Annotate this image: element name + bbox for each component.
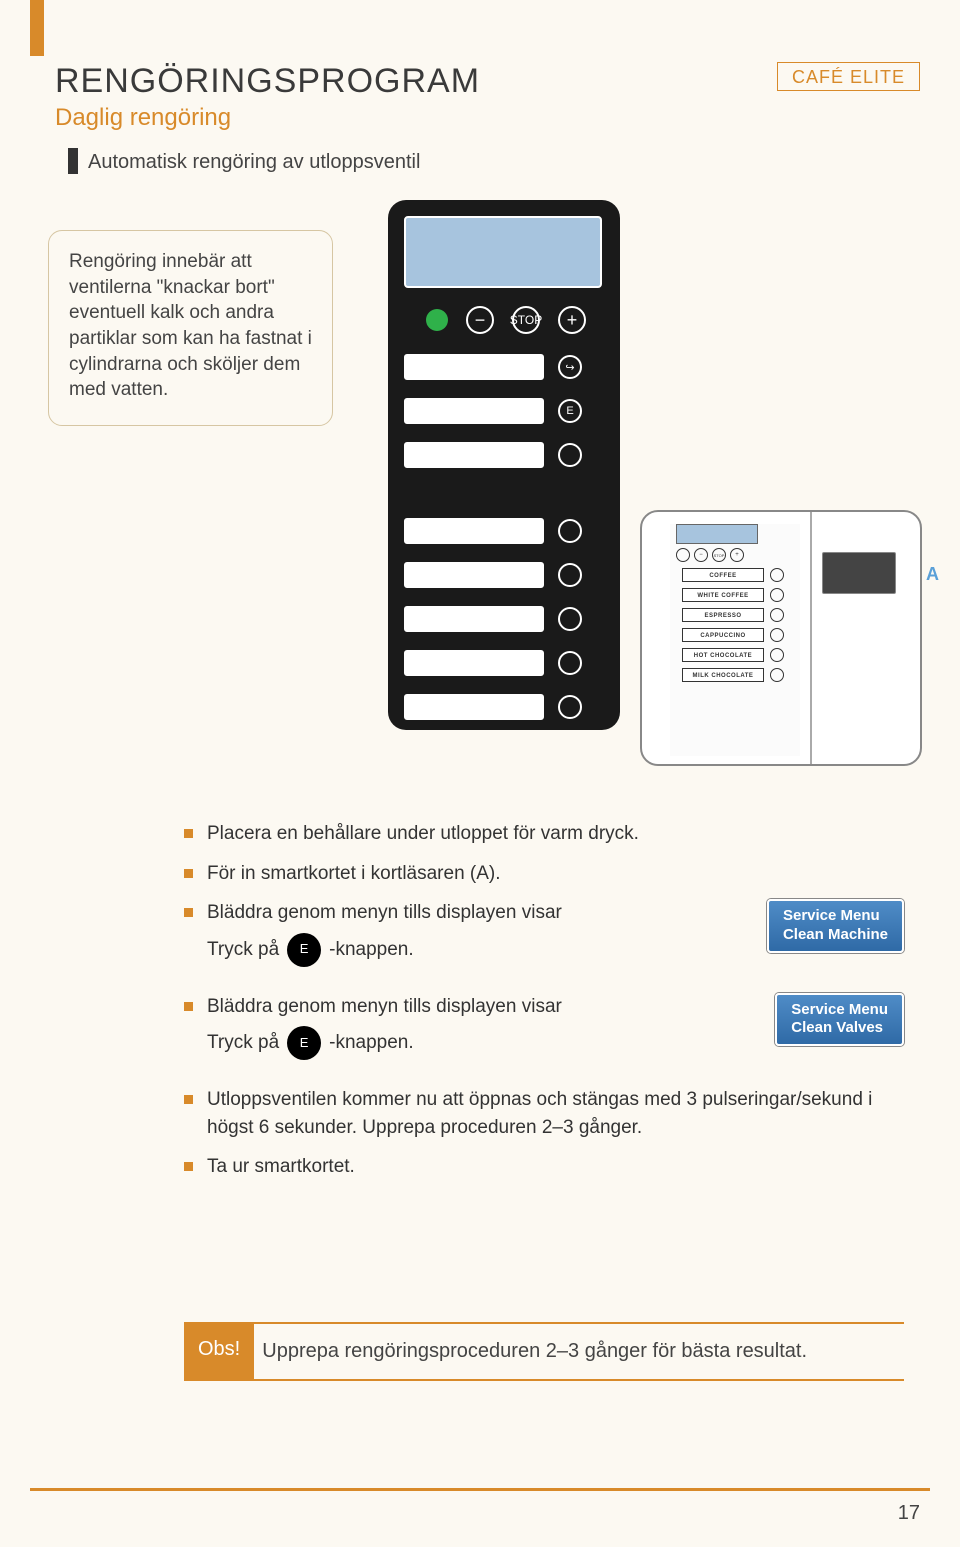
panel-row-button [558, 563, 582, 587]
mini-screen [676, 524, 758, 544]
panel-row-button [558, 651, 582, 675]
mini-stop-icon: STOP [712, 548, 726, 562]
footer-rule [30, 1488, 930, 1491]
power-led-icon [426, 309, 448, 331]
obs-box: Obs! Upprepa rengöringsproceduren 2–3 gå… [184, 1322, 904, 1381]
instruction-item: För in smartkortet i kortläsaren (A). [184, 860, 904, 888]
panel-row-label [404, 518, 544, 544]
drink-button-icon [770, 568, 784, 582]
panel-row-button [558, 607, 582, 631]
press-prefix: Tryck på [207, 936, 279, 964]
chip-line: Clean Machine [783, 926, 888, 945]
minus-button-icon: − [466, 306, 494, 334]
bullet-icon [184, 1162, 193, 1171]
page-subtitle: Daglig rengöring [55, 104, 231, 132]
drink-button-icon [770, 588, 784, 602]
chip-line: Clean Valves [791, 1019, 888, 1038]
drink-label: HOT CHOCOLATE [682, 648, 764, 662]
panel-row-label [404, 562, 544, 588]
e-button-icon: E [558, 399, 582, 423]
drink-label: WHITE COFFEE [682, 588, 764, 602]
display-chip-clean-machine: Service Menu Clean Machine [767, 899, 904, 953]
panel-screen [404, 216, 602, 288]
drink-button-icon [770, 648, 784, 662]
drink-button-icon [770, 628, 784, 642]
panel-row-label [404, 694, 544, 720]
instruction-text: Bläddra genom menyn tills displayen visa… [207, 996, 562, 1017]
bullet-icon [184, 869, 193, 878]
e-button-icon: E [287, 1026, 321, 1060]
section-heading: Automatisk rengöring av utloppsventil [68, 148, 420, 174]
plus-button-icon: + [558, 306, 586, 334]
bullet-icon [184, 1002, 193, 1011]
panel-row-label [404, 354, 544, 380]
mini-minus-icon: − [694, 548, 708, 562]
control-panel-diagram: − STOP + ↪ E [388, 200, 620, 730]
drink-label: ESPRESSO [682, 608, 764, 622]
machine-divider [810, 512, 812, 764]
machine-diagram: − STOP + COFFEE WHITE COFFEE ESPRESSO CA… [640, 510, 922, 766]
bullet-icon [184, 829, 193, 838]
panel-row-button [558, 443, 582, 467]
accent-tab [30, 0, 44, 56]
instruction-item: Placera en behållare under utloppet för … [184, 820, 904, 848]
note-box: Rengöring innebär att ventilerna "knacka… [48, 230, 333, 426]
bullet-icon [184, 1095, 193, 1104]
instruction-item: Bläddra genom menyn tills displayen visa… [184, 993, 904, 1061]
panel-row-label [404, 650, 544, 676]
card-reader-slot [822, 552, 896, 594]
page-title: RENGÖRINGSPROGRAM [55, 62, 480, 101]
drink-label: COFFEE [682, 568, 764, 582]
drink-button-icon [770, 668, 784, 682]
panel-row-label [404, 606, 544, 632]
obs-label: Obs! [184, 1322, 254, 1381]
mini-power-icon [676, 548, 690, 562]
brand-badge: CAFÉ ELITE [777, 62, 920, 91]
obs-text: Upprepa rengöringsproceduren 2–3 gånger … [262, 1324, 896, 1379]
mini-plus-icon: + [730, 548, 744, 562]
chip-line: Service Menu [791, 1001, 888, 1020]
drink-button-icon [770, 608, 784, 622]
callout-a: A [926, 564, 939, 585]
instruction-list: Placera en behållare under utloppet för … [184, 820, 904, 1193]
instruction-item: Utloppsventilen kommer nu att öppnas och… [184, 1086, 904, 1141]
panel-row-label [404, 442, 544, 468]
press-suffix: -knappen. [329, 936, 414, 964]
instruction-item: Bläddra genom menyn tills displayen visa… [184, 899, 904, 967]
press-prefix: Tryck på [207, 1029, 279, 1057]
chip-line: Service Menu [783, 907, 888, 926]
drink-label: MILK CHOCOLATE [682, 668, 764, 682]
drink-label: CAPPUCCINO [682, 628, 764, 642]
section-heading-text: Automatisk rengöring av utloppsventil [88, 148, 420, 174]
instruction-item: Ta ur smartkortet. [184, 1153, 904, 1181]
press-suffix: -knappen. [329, 1029, 414, 1057]
page-number: 17 [898, 1502, 920, 1525]
e-button-icon: E [287, 933, 321, 967]
arrow-button-icon: ↪ [558, 355, 582, 379]
panel-row-button [558, 695, 582, 719]
machine-door [822, 528, 906, 750]
instruction-text: Bläddra genom menyn tills displayen visa… [207, 902, 562, 923]
stop-button-icon: STOP [512, 306, 540, 334]
display-chip-clean-valves: Service Menu Clean Valves [775, 993, 904, 1047]
panel-row-button [558, 519, 582, 543]
panel-top-row: − STOP + [426, 306, 604, 334]
panel-row-label [404, 398, 544, 424]
bullet-icon [184, 908, 193, 917]
